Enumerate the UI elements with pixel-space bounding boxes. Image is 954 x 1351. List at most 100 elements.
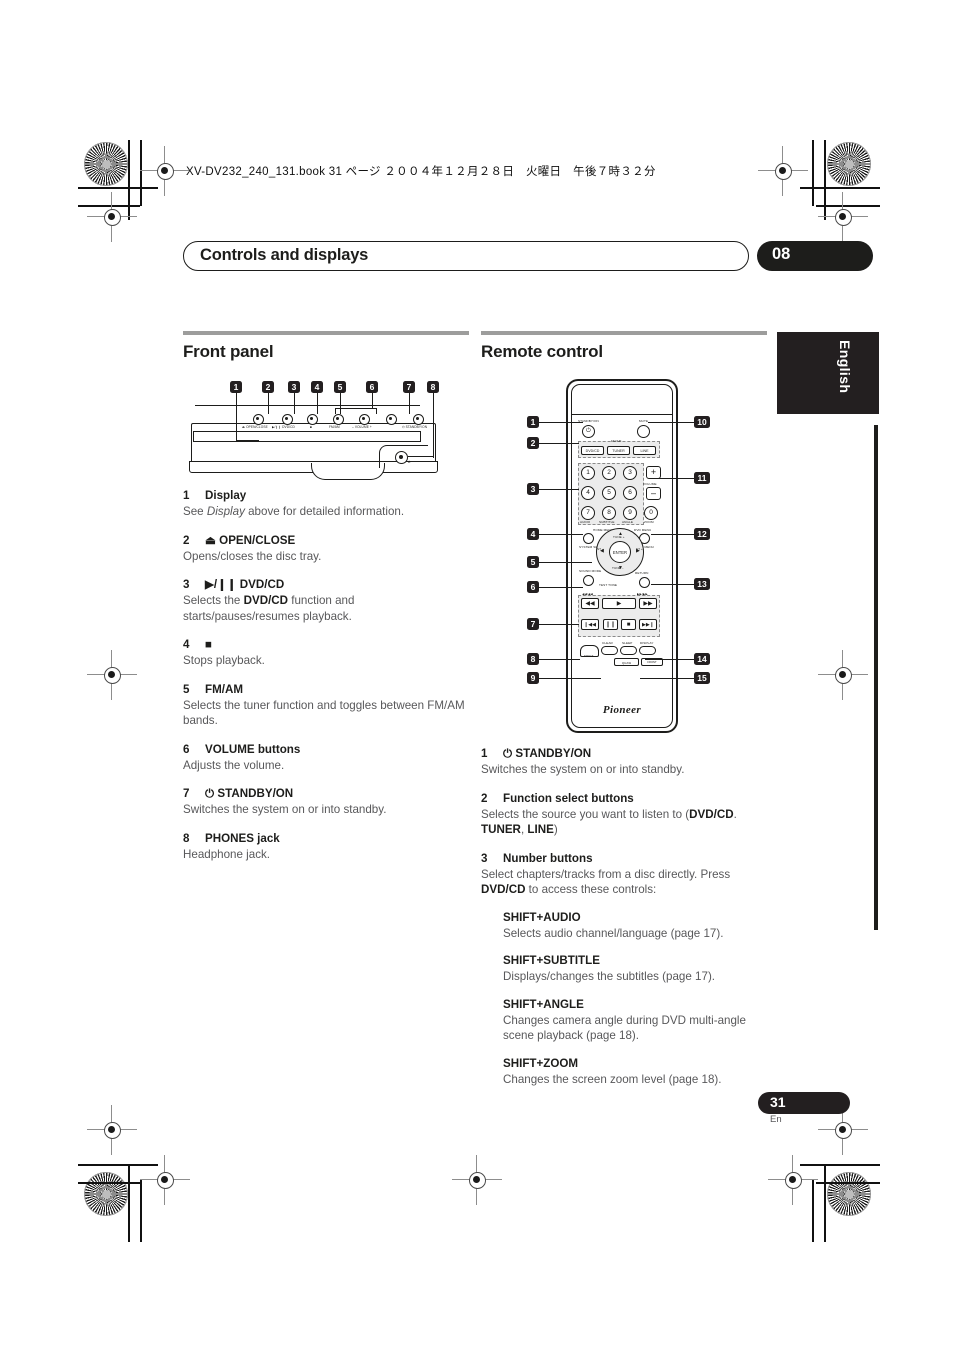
remote-label-tune-up: TUNE + bbox=[613, 535, 625, 539]
registration-target-bottom-left bbox=[87, 1105, 137, 1155]
remote-tuner-button: TUNER bbox=[607, 446, 630, 455]
remote-item-2-body: Selects the source you want to listen to… bbox=[481, 807, 737, 837]
front-item-5-title: FM/AM bbox=[205, 682, 243, 696]
language-side-tab: English bbox=[777, 332, 879, 414]
fp-label-dvd-cd: ▶/❙❙ DVD/CD bbox=[272, 425, 295, 429]
remote-callout-9: 9 bbox=[527, 672, 539, 684]
registration-target-top-left-lower bbox=[87, 192, 137, 242]
remote-num-4: 4 bbox=[581, 486, 595, 500]
crop-mark-top-right-v2 bbox=[812, 140, 814, 206]
remote-item-1-title: ⏻ STANDBY/ON bbox=[503, 747, 592, 760]
remote-control-heading: Remote control bbox=[481, 341, 603, 361]
shift-angle-body: Changes camera angle during DVD multi-an… bbox=[503, 1013, 746, 1043]
language-side-tab-label: English bbox=[837, 340, 853, 394]
chapter-number-badge: 08 bbox=[757, 241, 873, 271]
remote-pause-button: ❙❙ bbox=[603, 619, 618, 630]
knob-dvd-cd bbox=[282, 414, 293, 425]
registration-target-mid-left bbox=[87, 650, 137, 700]
front-item-6-body: Adjusts the volume. bbox=[183, 758, 285, 772]
remote-callout-8: 8 bbox=[527, 653, 539, 665]
page-number: 31 bbox=[770, 1094, 786, 1110]
front-item-7: 7 ⏻ STANDBY/ON Switches the system on or … bbox=[183, 786, 469, 818]
front-item-2-head: 2 ⏏ OPEN/CLOSE bbox=[183, 533, 469, 548]
front-item-7-body: Switches the system on or into standby. bbox=[183, 803, 387, 816]
front-item-4: 4 ■ Stops playback. bbox=[183, 637, 469, 669]
remote-callout-3: 3 bbox=[527, 483, 539, 495]
remote-next-button: ▶▶❙ bbox=[639, 619, 657, 630]
volume-bracket bbox=[335, 408, 377, 414]
shift-subtitle-title: SHIFT+SUBTITLE bbox=[503, 954, 600, 967]
registration-starburst-bottom-left bbox=[84, 1172, 128, 1216]
knob-volume-down bbox=[359, 414, 370, 425]
front-item-5-num: 5 bbox=[183, 682, 190, 696]
front-item-8-head: 8 PHONES jack bbox=[183, 831, 469, 846]
remote-label-tune-down: TUNE – bbox=[612, 566, 624, 570]
front-callout-6: 6 bbox=[366, 381, 378, 393]
remote-item-1-num: 1 bbox=[481, 747, 488, 760]
remote-callout-1: 1 bbox=[527, 416, 539, 428]
crop-mark-top-left-v2 bbox=[140, 140, 142, 206]
remote-label-return: RETURN bbox=[635, 571, 649, 575]
front-item-2-body: Opens/closes the disc tray. bbox=[183, 549, 322, 563]
registration-target-top-left bbox=[140, 146, 190, 196]
registration-target-top-right-lower bbox=[818, 192, 868, 242]
remote-rev-scan-button: ◀◀ bbox=[581, 598, 599, 609]
remote-label-volume: VOLUME bbox=[643, 482, 657, 486]
remote-leader-8 bbox=[539, 659, 580, 660]
front-leader-3 bbox=[294, 393, 295, 414]
right-column: Remote control bbox=[481, 331, 767, 366]
front-item-7-head: 7 ⏻ STANDBY/ON bbox=[183, 786, 469, 801]
remote-leader-14 bbox=[645, 659, 694, 660]
crop-mark-bottom-right-h bbox=[800, 1164, 880, 1166]
left-column: Front panel bbox=[183, 331, 469, 366]
shift-subtitle-entry: SHIFT+SUBTITLE Displays/changes the subt… bbox=[503, 953, 767, 985]
registration-target-bottom-left-inner bbox=[140, 1155, 190, 1205]
front-item-6-num: 6 bbox=[183, 742, 190, 756]
shift-subtitle-body: Displays/changes the subtitles (page 17)… bbox=[503, 970, 716, 983]
remote-item-2-num: 2 bbox=[481, 791, 488, 805]
shift-zoom-title: SHIFT+ZOOM bbox=[503, 1056, 579, 1070]
remote-sub-zoom: ZOOM bbox=[644, 520, 654, 524]
remote-label-scan-right: ▶▶/▶▶ bbox=[637, 592, 648, 596]
front-item-1-body: See Display above for detailed informati… bbox=[183, 505, 405, 518]
front-item-7-title: ⏻ STANDBY/ON bbox=[205, 787, 294, 800]
front-leader-1h bbox=[236, 440, 259, 441]
front-item-2: 2 ⏏ OPEN/CLOSE Opens/closes the disc tray… bbox=[183, 533, 469, 565]
remote-callout-4: 4 bbox=[527, 528, 539, 540]
registration-starburst-top-right bbox=[827, 142, 871, 186]
remote-callout-13: 13 bbox=[694, 578, 710, 590]
remote-sleep-button bbox=[620, 646, 637, 655]
crop-mark-bottom-right-v2 bbox=[812, 1180, 814, 1242]
front-item-5-head: 5 FM/AM bbox=[183, 682, 469, 697]
front-callout-3: 3 bbox=[288, 381, 300, 393]
remote-label-display: DISPLAY bbox=[640, 641, 654, 645]
remote-item-3-num: 3 bbox=[481, 851, 488, 865]
knob-volume-up bbox=[386, 414, 397, 425]
chapter-number: 08 bbox=[772, 245, 791, 263]
remote-mute-button bbox=[637, 425, 650, 438]
remote-label-test-tone: TEST TONE bbox=[599, 583, 618, 587]
front-leader-4 bbox=[317, 393, 318, 414]
registration-target-mid-right bbox=[818, 650, 868, 700]
remote-num-6: 6 bbox=[623, 486, 637, 500]
front-item-4-num: 4 bbox=[183, 638, 190, 651]
remote-leader-12 bbox=[651, 534, 694, 535]
fp-label-standby-on: ⏻ STANDBY/ON bbox=[402, 425, 428, 429]
left-column-items: 1 Display See Display above for detailed … bbox=[183, 488, 469, 862]
remote-item-2-title: Function select buttons bbox=[503, 791, 634, 805]
remote-sub-angle: ANGLE bbox=[622, 520, 633, 524]
front-item-5: 5 FM/AM Selects the tuner function and to… bbox=[183, 682, 469, 729]
remote-num-2: 2 bbox=[602, 466, 616, 480]
remote-leader-15 bbox=[640, 678, 694, 679]
front-panel-disc-tray bbox=[311, 463, 385, 480]
front-item-1-num: 1 bbox=[183, 489, 190, 502]
shift-audio-title: SHIFT+AUDIO bbox=[503, 910, 581, 924]
remote-label-st-right: ST + bbox=[636, 547, 643, 551]
remote-dvd-cd-button: DVD/CD bbox=[581, 446, 604, 455]
remote-label-sleep: SLEEP bbox=[622, 641, 633, 645]
front-callout-5: 5 bbox=[334, 381, 346, 393]
remote-prev-button: ❙◀◀ bbox=[581, 619, 599, 630]
section-rule-right bbox=[481, 331, 767, 335]
remote-return-button bbox=[639, 577, 650, 588]
front-leader-5 bbox=[340, 393, 341, 414]
